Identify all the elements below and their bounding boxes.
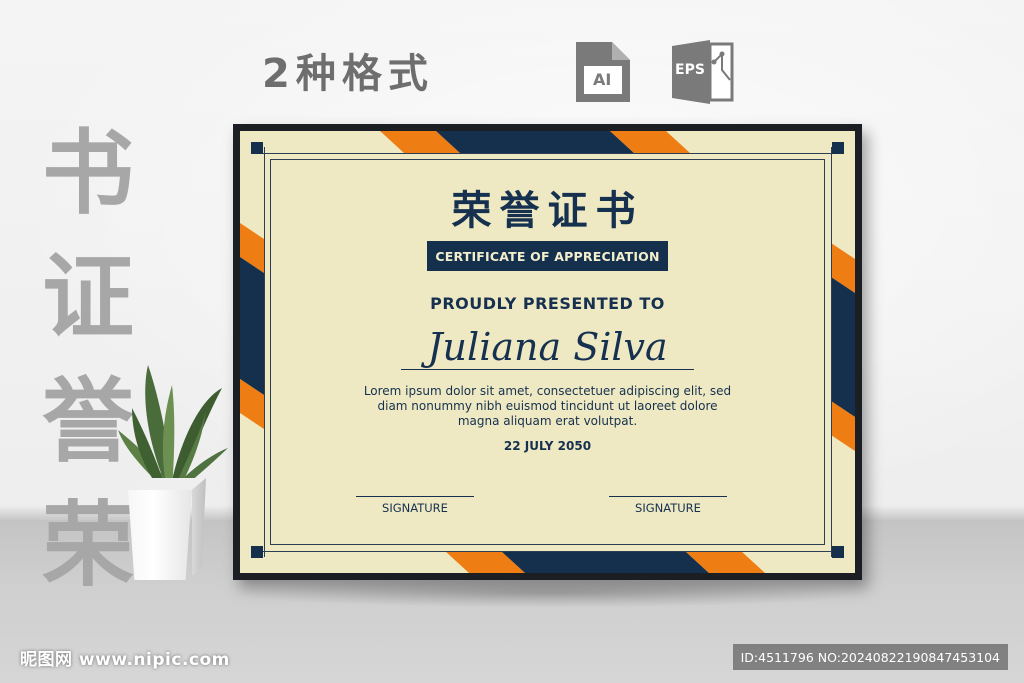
corner-square xyxy=(832,546,844,558)
certificate-banner: CERTIFICATE OF APPRECIATION xyxy=(427,241,668,271)
ai-file-icon: AI xyxy=(572,40,634,104)
image-id-watermark: ID:4511796 NO:20240822190847453104 xyxy=(732,644,1008,670)
presented-to-label: PROUDLY PRESENTED TO xyxy=(430,294,665,313)
certificate-title: 荣誉证书 xyxy=(451,187,644,234)
signature-line-left xyxy=(356,496,474,497)
site-watermark: 昵图网 www.nipic.com xyxy=(20,650,230,670)
signature-line-right xyxy=(609,496,727,497)
ai-format-label: AI xyxy=(593,70,612,89)
vertical-title-char: 证 xyxy=(41,244,134,351)
border-line xyxy=(256,153,839,154)
border-line xyxy=(256,551,839,552)
pot-side xyxy=(192,478,206,576)
body-line: diam nonummy nibh euismod tincidunt ut l… xyxy=(377,399,718,413)
certificate-body: Lorem ipsum dolor sit amet, consectetuer… xyxy=(348,384,747,429)
corner-square xyxy=(832,142,844,154)
corner-square xyxy=(251,546,263,558)
recipient-name: Juliana Silva xyxy=(427,325,668,369)
certificate-paper: 荣誉证书 CERTIFICATE OF APPRECIATION PROUDLY… xyxy=(240,131,855,573)
certificate-date: 22 JULY 2050 xyxy=(503,439,592,453)
body-line: Lorem ipsum dolor sit amet, consectetuer… xyxy=(363,384,732,398)
pot-front xyxy=(128,490,192,580)
signature-label-left: SIGNATURE xyxy=(382,501,448,515)
signature-label-right: SIGNATURE xyxy=(635,501,701,515)
corner-square xyxy=(251,142,263,154)
eps-file-icon: EPS xyxy=(670,40,734,104)
name-underline xyxy=(401,369,694,370)
eps-format-label: EPS xyxy=(675,62,705,78)
potted-plant xyxy=(110,360,240,585)
headline: 2种格式 xyxy=(262,51,434,97)
vertical-title-char: 书 xyxy=(41,120,134,227)
frame-shadow xyxy=(230,578,870,608)
body-line: magna aliquam erat volutpat. xyxy=(457,414,638,428)
